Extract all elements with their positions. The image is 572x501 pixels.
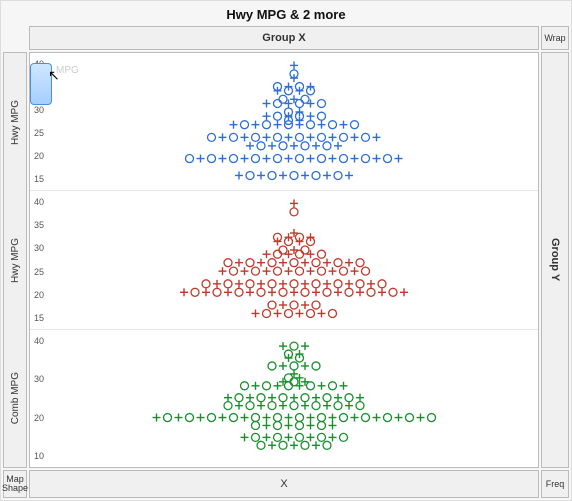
tick: 40	[34, 336, 52, 346]
tick: 30	[34, 374, 52, 384]
tick: 40	[34, 197, 52, 207]
group-y-label: Group Y	[549, 238, 561, 281]
scatter-panel-1: 40 35 30 25 20 15	[30, 53, 538, 191]
plot-area[interactable]: MPG ↖ 40 35 30 25 20 15 40 35 30 25 20 1…	[29, 52, 539, 468]
tick: 15	[34, 313, 52, 323]
axis-drag-handle[interactable]	[30, 63, 52, 105]
y-axis-zone[interactable]: Hwy MPG Hwy MPG Comb MPG	[3, 52, 27, 468]
group-y-zone[interactable]: Group Y	[541, 52, 569, 468]
yticks-3: 40 30 20 10	[34, 330, 52, 467]
yticks-2: 40 35 30 25 20 15	[34, 191, 52, 328]
tick: 15	[34, 174, 52, 184]
x-zone-label: X	[280, 478, 287, 490]
tick: 10	[34, 451, 52, 461]
tick: 30	[34, 243, 52, 253]
wrap-label: Wrap	[544, 33, 565, 43]
tick: 20	[34, 151, 52, 161]
tick: 35	[34, 220, 52, 230]
tick: 20	[34, 413, 52, 423]
map-shape-line2: Shape	[2, 484, 28, 493]
corner-spacer	[3, 26, 27, 50]
scatter-svg-3	[30, 330, 538, 467]
scatter-svg-1	[30, 53, 538, 190]
freq-zone[interactable]: Freq	[541, 470, 569, 498]
group-x-label: Group X	[262, 32, 305, 44]
wrap-zone[interactable]: Wrap	[541, 26, 569, 50]
y-panel-1: Hwy MPG	[4, 53, 26, 191]
drag-ghost-label: MPG	[56, 65, 79, 76]
scatter-panel-3: 40 30 20 10	[30, 330, 538, 467]
chart-title: Hwy MPG & 2 more	[1, 1, 571, 26]
graph-builder: Group X Wrap Hwy MPG Hwy MPG Comb MPG MP…	[1, 26, 571, 500]
y-panel-2-label: Hwy MPG	[10, 238, 21, 283]
tick: 25	[34, 267, 52, 277]
scatter-panel-2: 40 35 30 25 20 15	[30, 191, 538, 329]
freq-label: Freq	[546, 479, 565, 489]
y-panel-1-label: Hwy MPG	[10, 100, 21, 145]
group-x-zone[interactable]: Group X	[29, 26, 539, 50]
tick: 20	[34, 290, 52, 300]
x-zone[interactable]: X	[29, 470, 539, 498]
tick: 25	[34, 128, 52, 138]
y-panel-2: Hwy MPG	[4, 191, 26, 329]
scatter-svg-2	[30, 191, 538, 328]
y-panel-3-label: Comb MPG	[10, 372, 21, 424]
map-shape-zone[interactable]: Map Shape	[3, 470, 27, 498]
tick: 30	[34, 105, 52, 115]
y-panel-3: Comb MPG	[4, 329, 26, 467]
